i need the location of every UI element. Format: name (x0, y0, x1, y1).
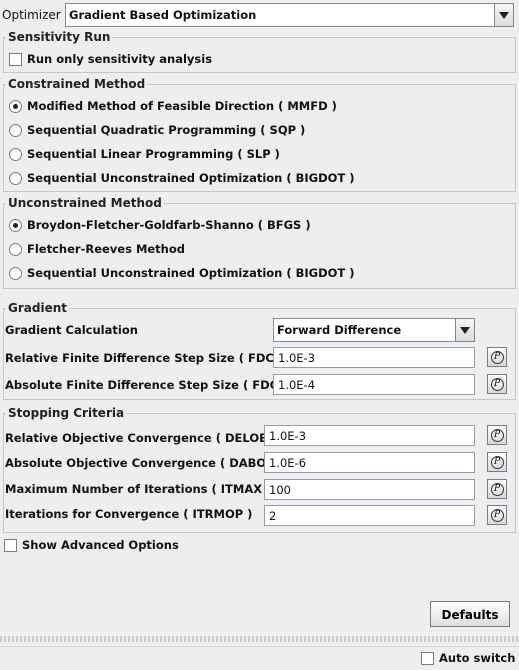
fdchm-param-button[interactable]: P (487, 374, 507, 394)
delobj-param-button[interactable]: P (487, 425, 507, 445)
parameter-icon: P (490, 455, 504, 469)
gradient-title: Gradient (6, 301, 69, 315)
radio-label: Sequential Linear Programming ( SLP ) (27, 147, 280, 161)
gradient-calc-label: Gradient Calculation (5, 323, 138, 337)
auto-switch-checkbox[interactable] (421, 651, 434, 665)
optimizer-bar: Optimizer Gradient Based Optimization (0, 0, 519, 30)
radio-label: Broydon-Fletcher-Goldfarb-Shanno ( BFGS … (27, 218, 311, 232)
optimizer-label: Optimizer (2, 8, 61, 22)
constrained-title: Constrained Method (6, 77, 148, 91)
optimizer-select[interactable]: Gradient Based Optimization (65, 3, 514, 27)
auto-switch-label: Auto switch (439, 651, 516, 665)
dabobj-input[interactable] (264, 452, 475, 473)
defaults-button[interactable]: Defaults (430, 601, 510, 627)
advanced-options-checkbox[interactable] (4, 538, 17, 552)
radio-bigdot-unconstrained[interactable]: Sequential Unconstrained Optimization ( … (9, 266, 355, 280)
fdchm-label: Absolute Finite Difference Step Size ( F… (5, 378, 309, 392)
delobj-input[interactable] (264, 425, 475, 446)
radio-label: Modified Method of Feasible Direction ( … (27, 99, 337, 113)
parameter-icon: P (490, 508, 504, 522)
itrmop-input[interactable] (264, 505, 475, 526)
radio-label: Sequential Unconstrained Optimization ( … (27, 266, 355, 280)
parameter-icon: P (490, 377, 504, 391)
parameter-icon: P (490, 482, 504, 496)
radio-label: Sequential Quadratic Programming ( SQP ) (27, 123, 306, 137)
advanced-options-label: Show Advanced Options (22, 538, 179, 552)
chevron-down-icon[interactable] (494, 4, 513, 26)
radio-button[interactable] (9, 123, 22, 137)
radio-sqp[interactable]: Sequential Quadratic Programming ( SQP ) (9, 123, 305, 137)
delobj-label: Relative Objective Convergence ( DELOBJ … (5, 431, 282, 445)
fdch-param-button[interactable]: P (487, 347, 507, 367)
dabobj-param-button[interactable]: P (487, 452, 507, 472)
radio-bfgs[interactable]: Broydon-Fletcher-Goldfarb-Shanno ( BFGS … (9, 218, 311, 232)
fdch-input[interactable] (273, 347, 475, 368)
radio-button[interactable] (9, 242, 22, 256)
radio-slp[interactable]: Sequential Linear Programming ( SLP ) (9, 147, 280, 161)
radio-button-selected[interactable] (9, 218, 22, 232)
splitter-handle[interactable] (0, 636, 519, 642)
itmax-input[interactable] (264, 479, 475, 500)
radio-mmfd[interactable]: Modified Method of Feasible Direction ( … (9, 99, 337, 113)
fdchm-input[interactable] (273, 374, 475, 395)
sensitivity-checkbox-label: Run only sensitivity analysis (27, 52, 213, 66)
parameter-icon: P (490, 428, 504, 442)
unconstrained-title: Unconstrained Method (6, 196, 164, 210)
radio-bigdot-constrained[interactable]: Sequential Unconstrained Optimization ( … (9, 171, 355, 185)
auto-switch-row[interactable]: Auto switch (421, 651, 515, 665)
fdch-label: Relative Finite Difference Step Size ( F… (5, 351, 293, 365)
sensitivity-checkbox[interactable] (9, 52, 22, 66)
itrmop-label: Iterations for Convergence ( ITRMOP ) (5, 507, 253, 521)
radio-label: Fletcher-Reeves Method (27, 242, 186, 256)
itrmop-param-button[interactable]: P (487, 505, 507, 525)
parameter-icon: P (490, 350, 504, 364)
itmax-label: Maximum Number of Iterations ( ITMAX ) (5, 482, 272, 496)
advanced-options-row[interactable]: Show Advanced Options (4, 538, 179, 552)
radio-label: Sequential Unconstrained Optimization ( … (27, 171, 355, 185)
status-bar: Auto switch (0, 646, 519, 670)
sensitivity-title: Sensitivity Run (6, 30, 113, 44)
dabobj-label: Absolute Objective Convergence ( DABOBJ … (5, 456, 289, 470)
gradient-calc-select[interactable]: Forward Difference (273, 318, 475, 342)
stopping-title: Stopping Criteria (6, 406, 127, 420)
gradient-calc-value: Forward Difference (277, 323, 402, 337)
optimizer-selected-value: Gradient Based Optimization (69, 8, 257, 22)
radio-button[interactable] (9, 147, 22, 161)
radio-button[interactable] (9, 266, 22, 280)
chevron-down-icon[interactable] (455, 319, 474, 341)
radio-button[interactable] (9, 171, 22, 185)
itmax-param-button[interactable]: P (487, 479, 507, 499)
radio-button-selected[interactable] (9, 99, 22, 113)
radio-fletcher-reeves[interactable]: Fletcher-Reeves Method (9, 242, 185, 256)
sensitivity-checkbox-row[interactable]: Run only sensitivity analysis (9, 52, 212, 66)
